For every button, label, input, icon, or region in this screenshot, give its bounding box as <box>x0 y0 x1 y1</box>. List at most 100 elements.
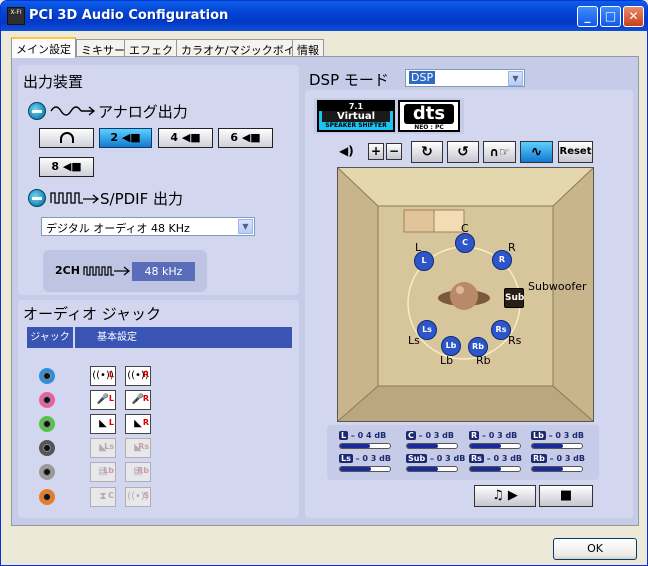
volume-fill <box>470 444 501 448</box>
volume-slider-ls[interactable]: Ls – 0 3 dB <box>339 454 396 476</box>
ok-button[interactable]: OK <box>553 538 637 560</box>
volume-slider-rb[interactable]: Rb – 0 3 dB <box>531 454 588 476</box>
rotate-cw-icon: ↻ <box>421 144 433 160</box>
minimize-button[interactable]: _ <box>577 6 598 27</box>
spdif-rate-select[interactable]: デジタル オーディオ 48 KHz ▼ <box>41 217 255 236</box>
rotate-ccw-icon: ↺ <box>457 144 469 160</box>
volume-channel: L <box>339 431 349 440</box>
volume-fill <box>407 467 438 471</box>
speaker-marker-sub[interactable]: Sub <box>504 288 524 308</box>
jack-assign-button[interactable]: ◣ L <box>90 414 116 434</box>
virtual-speaker-logo[interactable]: 7.1 Virtual SPEAKER SHIFTER <box>317 100 395 132</box>
jack-assign-button[interactable]: 🎤 R <box>125 390 151 410</box>
tab-main-settings[interactable]: メイン設定 <box>11 37 76 58</box>
volume-slider-l[interactable]: L – 0 4 dB <box>339 431 396 453</box>
volume-fill <box>340 444 370 448</box>
digital-arrow-icon <box>83 263 131 279</box>
speaker-marker-lb[interactable]: Lb <box>441 336 461 356</box>
speaker-marker-l[interactable]: L <box>414 251 434 271</box>
speaker-marker-ls[interactable]: Ls <box>417 320 437 340</box>
jack-assign-button[interactable]: ((•)) L <box>90 366 116 386</box>
volume-channel: Ls <box>339 454 353 463</box>
jack-assign-button[interactable]: 🎤 L <box>90 390 116 410</box>
volume-slider-sub[interactable]: Sub – 0 3 dB <box>406 454 465 476</box>
volume-track[interactable] <box>531 443 583 449</box>
spdif-toggle[interactable] <box>28 189 46 207</box>
chevron-down-icon[interactable]: ▼ <box>238 219 253 234</box>
tab-karaoke[interactable]: カラオケ/マジックボイス <box>176 39 311 57</box>
volume-track[interactable] <box>406 443 458 449</box>
window-title: PCI 3D Audio Configuration <box>29 8 229 23</box>
tab-info[interactable]: 情報 <box>292 39 324 57</box>
rotate-cw-button[interactable]: ↻ <box>411 141 443 163</box>
chevron-down-icon[interactable]: ▼ <box>508 71 523 86</box>
jack-channel-tag: S <box>143 491 149 500</box>
jack-port-icon <box>39 440 55 456</box>
jack-channel-tag: Ls <box>104 442 114 451</box>
jack-function-icon: ◣ <box>134 418 142 429</box>
zoom-in-button[interactable]: + <box>368 143 384 160</box>
rotate-ccw-button[interactable]: ↺ <box>447 141 479 163</box>
jack-port-icon <box>39 392 55 408</box>
volume-label: Ls – 0 3 dB <box>339 454 391 463</box>
jack-port-icon <box>39 464 55 480</box>
tab-mixer[interactable]: ミキサー <box>76 39 130 57</box>
volume-label: C – 0 3 dB <box>406 431 454 440</box>
jack-assign-button: ▤ Rb <box>125 462 151 482</box>
volume-slider-lb[interactable]: Lb – 0 3 dB <box>531 431 588 453</box>
close-button[interactable]: ✕ <box>623 6 644 27</box>
headphone-mode-button[interactable]: ∩☞ <box>483 141 516 163</box>
headphone-hand-icon: ∩☞ <box>489 145 510 159</box>
jack-assign-button: ((•)) S <box>125 487 151 507</box>
jack-assign-button[interactable]: ◣ R <box>125 414 151 434</box>
speaker-8-button[interactable]: 8 ◀■ <box>39 157 94 177</box>
speaker-2-button[interactable]: 2 ◀■ <box>99 128 152 148</box>
volume-channel: Sub <box>406 454 428 463</box>
dts-logo[interactable]: dts NEO : PC <box>398 100 460 132</box>
volume-track[interactable] <box>469 443 521 449</box>
volume-channel: C <box>406 431 416 440</box>
jack-channel-tag: R <box>142 418 149 427</box>
volume-track[interactable] <box>339 443 391 449</box>
volume-track[interactable] <box>469 466 521 472</box>
speaker-4-button[interactable]: 4 ◀■ <box>158 128 213 148</box>
jack-port-icon <box>39 489 55 505</box>
speaker-name-r: R <box>508 241 516 254</box>
wave-mode-button[interactable]: ∿ <box>520 141 553 163</box>
volume-slider-c[interactable]: C – 0 3 dB <box>406 431 463 453</box>
digital-wave-icon <box>50 189 100 207</box>
maximize-button[interactable]: □ <box>600 6 621 27</box>
jack-channel-tag: C <box>108 491 114 500</box>
volume-slider-r[interactable]: R – 0 3 dB <box>469 431 526 453</box>
play-test-button[interactable]: ♫ ▶ <box>474 485 536 507</box>
zoom-out-button[interactable]: − <box>386 143 402 160</box>
virtual-logo-bottom: SPEAKER SHIFTER <box>325 122 387 129</box>
jack-channel-tag: L <box>108 418 114 427</box>
volume-track[interactable] <box>406 466 458 472</box>
reset-button[interactable]: Reset <box>558 141 593 163</box>
speaker-marker-c[interactable]: C <box>455 233 475 253</box>
stop-test-button[interactable]: ■ <box>539 485 593 507</box>
speaker-marker-label: Rs <box>495 325 507 334</box>
jack-assign-button[interactable]: ((•)) R <box>125 366 151 386</box>
volume-fill <box>407 444 438 448</box>
room-svg <box>338 168 593 421</box>
virtual-logo-mid: Virtual <box>322 111 390 122</box>
rate-prefix: 2CH <box>55 264 80 277</box>
music-play-icon: ♫ ▶ <box>492 488 518 503</box>
jack-channel-tag: R <box>142 370 149 379</box>
speaker-6-button[interactable]: 6 ◀■ <box>218 128 273 148</box>
analog-toggle[interactable] <box>28 102 46 120</box>
speaker-marker-label: C <box>462 238 468 247</box>
volume-value: – 0 3 dB <box>415 431 454 440</box>
room-view[interactable]: L L C C R R Sub Subwoofer Ls Ls Rs Rs Lb Lb Rb Rb <box>337 167 594 422</box>
volume-slider-rs[interactable]: Rs – 0 3 dB <box>469 454 526 476</box>
volume-track[interactable] <box>339 466 391 472</box>
volume-value: – 0 3 dB <box>479 431 518 440</box>
dsp-mode-select[interactable]: DSP ▼ <box>405 69 525 87</box>
volume-track[interactable] <box>531 466 583 472</box>
jack-assign-button: ▤ Lb <box>90 462 116 482</box>
title-bar[interactable]: X-FI PCI 3D Audio Configuration _ □ ✕ <box>1 1 647 31</box>
speaker-6-label: 6 <box>230 131 238 144</box>
headphone-button[interactable] <box>39 128 94 148</box>
